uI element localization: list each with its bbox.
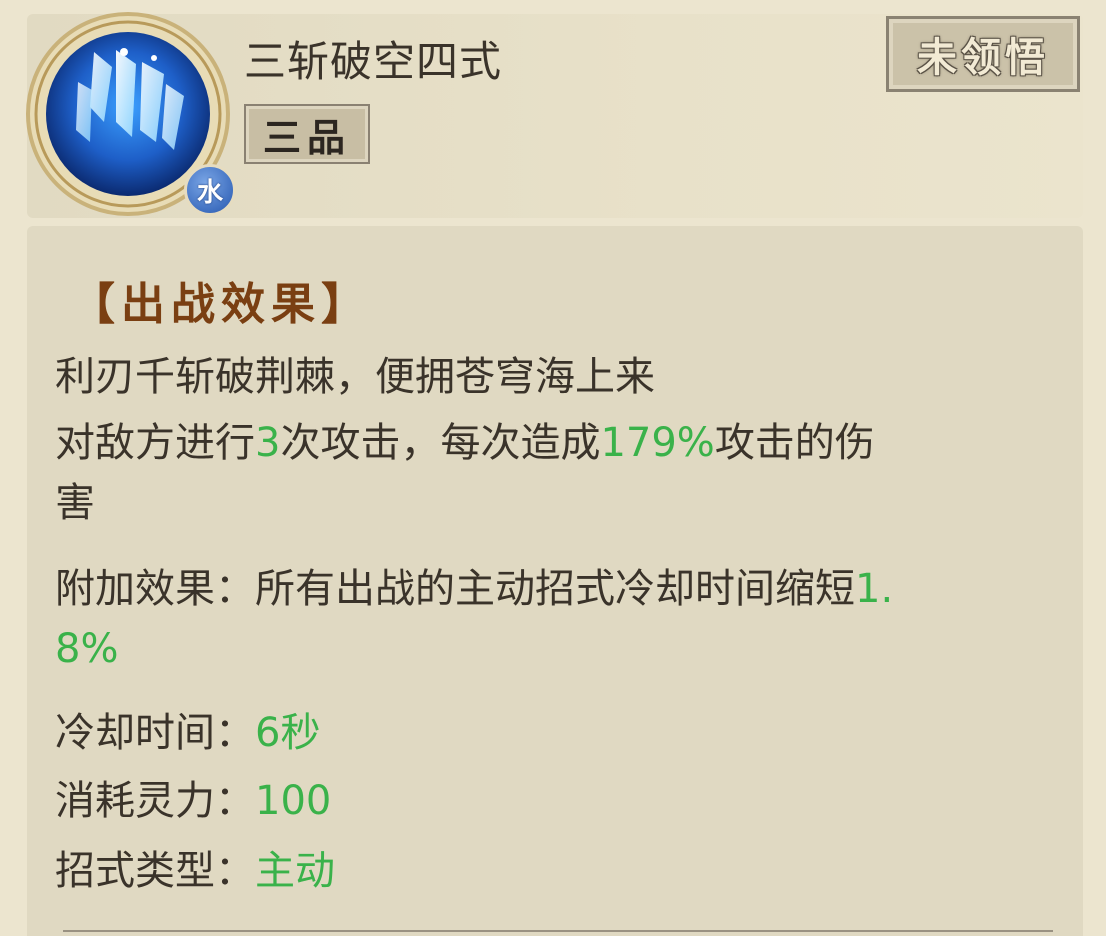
skill-detail-panel: 水 三斩破空四式 三品 未领悟 【出战效果】 利刃千斩破荆棘，便拥苍穹海上来 对… <box>0 0 1106 936</box>
attack-prefix: 对敌方进行 <box>55 420 255 466</box>
grade-badge: 三品 <box>244 104 370 164</box>
attack-percent: 179% <box>600 420 715 466</box>
skill-name: 三斩破空四式 <box>244 37 503 86</box>
poem-line: 利刃千斩破荆棘，便拥苍穹海上来 <box>55 354 655 400</box>
attack-description-cont: 害 <box>55 480 95 526</box>
status-badge: 未领悟 <box>886 16 1080 92</box>
type-row: 招式类型：主动 <box>55 838 335 904</box>
type-value: 主动 <box>255 848 335 894</box>
cooldown-row: 冷却时间：6秒 <box>55 700 320 766</box>
cooldown-value: 6秒 <box>255 710 321 756</box>
type-label: 招式类型： <box>55 848 255 894</box>
attack-suffix: 攻击的伤 <box>714 420 875 466</box>
divider <box>63 930 1053 932</box>
extra-value: 1. <box>855 566 894 612</box>
attack-mid: 次攻击，每次造成 <box>280 420 601 466</box>
cost-label: 消耗灵力： <box>55 778 255 824</box>
effects-section: 【出战效果】 利刃千斩破荆棘，便拥苍穹海上来 对敌方进行3次攻击，每次造成179… <box>27 226 1083 936</box>
cost-value: 100 <box>255 778 332 824</box>
section-title: 【出战效果】 <box>71 279 371 330</box>
attack-count: 3 <box>255 420 281 466</box>
cooldown-label: 冷却时间： <box>55 710 255 756</box>
water-element-badge: 水 <box>184 164 236 216</box>
extra-value-cont: 8% <box>55 626 119 672</box>
cost-row: 消耗灵力：100 <box>55 768 331 834</box>
attack-description: 对敌方进行3次攻击，每次造成179%攻击的伤 <box>55 410 875 476</box>
extra-effect: 附加效果：所有出战的主动招式冷却时间缩短1. <box>55 556 893 622</box>
extra-label: 附加效果：所有出战的主动招式冷却时间缩短 <box>55 566 855 612</box>
skill-icon[interactable]: 水 <box>24 12 236 218</box>
